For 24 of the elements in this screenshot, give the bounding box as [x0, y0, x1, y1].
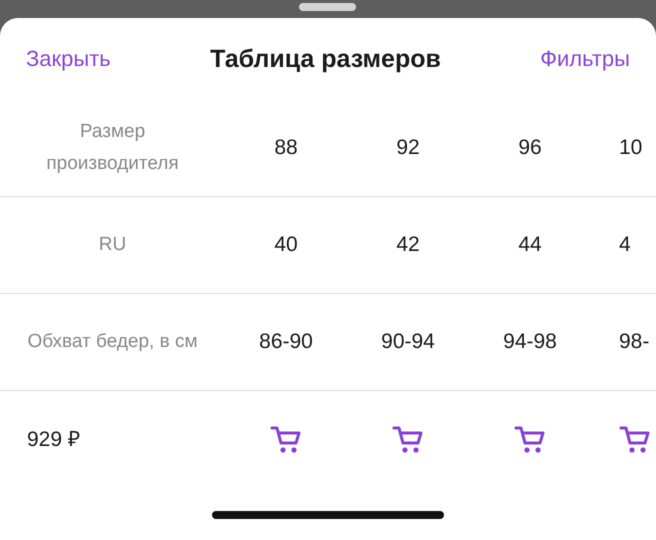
- size-value: 10: [619, 136, 642, 159]
- size-value: 4: [619, 233, 631, 256]
- size-value: 86-90: [259, 330, 313, 353]
- sheet-handle[interactable]: [299, 3, 356, 11]
- size-value: 42: [396, 233, 420, 256]
- close-button[interactable]: Закрыть: [26, 46, 111, 72]
- size-value: 96: [518, 136, 542, 159]
- cart-icon[interactable]: [619, 425, 651, 455]
- size-value: 44: [518, 233, 542, 256]
- cart-icon[interactable]: [514, 425, 546, 455]
- size-value: 92: [396, 136, 420, 159]
- cart-icon[interactable]: [270, 425, 302, 455]
- row-label: Обхват бедер, в см: [27, 331, 198, 352]
- row-label: Размер производителя: [46, 121, 179, 174]
- sheet-title: Таблица размеров: [210, 44, 441, 74]
- size-value: 94-98: [503, 330, 557, 353]
- row-label: RU: [98, 234, 126, 255]
- size-value: 98-: [619, 330, 650, 353]
- price-text: 929 ₽: [27, 428, 80, 451]
- size-value: 40: [274, 233, 298, 256]
- size-value: 88: [274, 136, 298, 159]
- cart-icon[interactable]: [392, 425, 424, 455]
- filters-button[interactable]: Фильтры: [540, 46, 630, 72]
- size-value: 90-94: [381, 330, 435, 353]
